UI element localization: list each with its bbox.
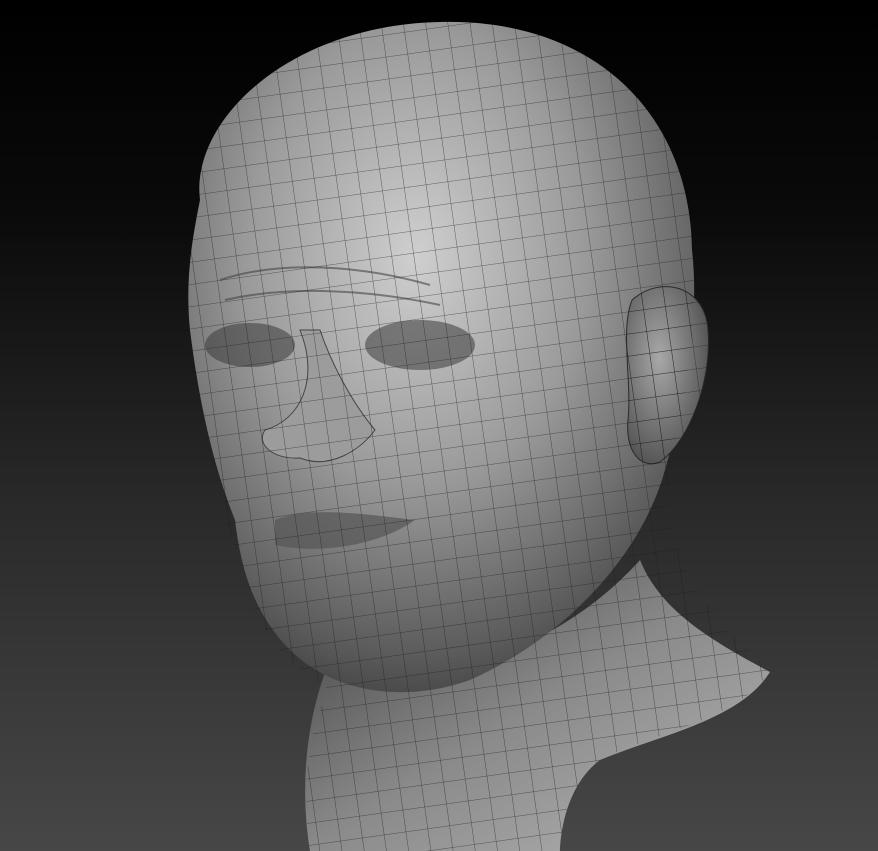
sculpt-model	[188, 21, 771, 851]
3d-viewport[interactable]	[0, 0, 878, 851]
